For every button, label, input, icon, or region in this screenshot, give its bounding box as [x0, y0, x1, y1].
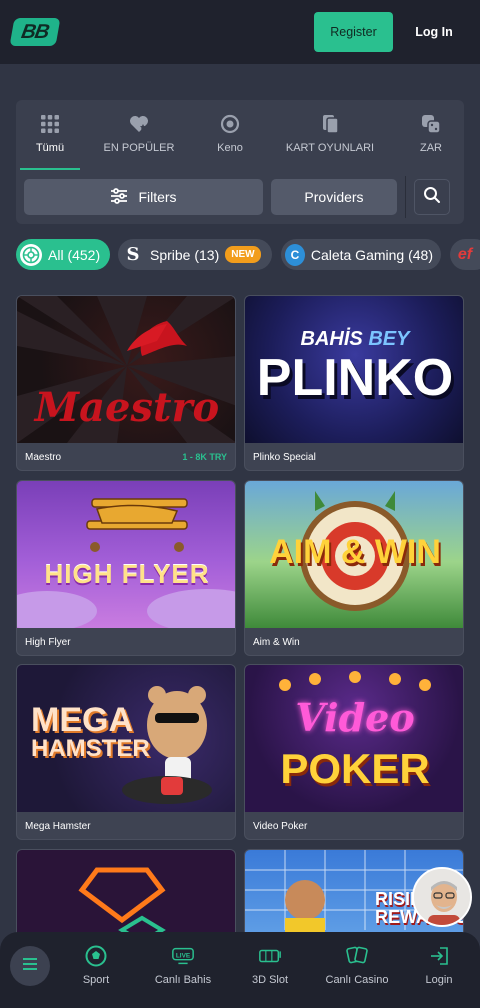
live-icon: LIVE	[171, 944, 195, 968]
header: BB Register Log In	[0, 0, 480, 64]
new-badge: NEW	[225, 246, 261, 263]
game-thumbnail: AIM & WIN	[245, 481, 463, 628]
game-art-title: AIM & WIN	[269, 533, 441, 571]
hamburger-icon	[22, 957, 38, 975]
svg-text:LIVE: LIVE	[176, 952, 191, 959]
bottom-navigation: Sport LIVE Canlı Bahis 3D Slot Canlı Cas…	[0, 932, 480, 1008]
live-casino-icon	[345, 944, 369, 968]
grid-icon	[40, 114, 60, 134]
provider-chip-all[interactable]: All (452)	[16, 239, 110, 270]
spribe-icon: S	[126, 244, 140, 265]
game-thumbnail: Maestro	[17, 296, 235, 443]
ef-icon: ef	[457, 245, 473, 263]
heart-star-icon	[129, 114, 149, 134]
game-title: Video Poker	[253, 821, 308, 832]
game-title: Plinko Special	[253, 452, 316, 463]
tab-label: Tümü	[35, 142, 65, 154]
all-icon	[20, 243, 42, 266]
nav-3d-slot[interactable]: 3D Slot	[230, 944, 310, 986]
tab-label: KART OYUNLARI	[285, 142, 375, 154]
chip-label: Caleta Gaming (48)	[310, 246, 433, 263]
menu-button[interactable]	[10, 946, 50, 986]
ball-icon	[220, 114, 240, 134]
game-art-title: Video	[295, 695, 415, 740]
nav-label: Canlı Bahis	[154, 974, 212, 986]
category-tabs: Tümü EN POPÜLER Keno KART OYUNLARI ZAR	[16, 100, 464, 170]
search-button[interactable]	[414, 179, 450, 215]
tab-popular[interactable]: EN POPÜLER	[100, 100, 178, 170]
search-icon	[423, 186, 441, 209]
nav-login[interactable]: Login	[399, 944, 479, 986]
sliders-icon	[110, 187, 128, 207]
game-card-video-poker[interactable]: Video POKER Video Poker	[244, 664, 464, 840]
game-title: Aim & Win	[253, 637, 300, 648]
login-button[interactable]: Log In	[408, 12, 460, 52]
nav-label: 3D Slot	[251, 974, 289, 986]
game-art-title: MEGA	[31, 701, 133, 739]
provider-chip-partial[interactable]: ef	[450, 239, 480, 270]
game-thumbnail: Video POKER	[245, 665, 463, 812]
tab-label: ZAR	[420, 142, 442, 154]
caleta-icon: C	[285, 243, 305, 266]
nav-live-casino[interactable]: Canlı Casino	[317, 944, 397, 986]
game-card-maestro[interactable]: Maestro Maestro 1 - 8K TRY	[16, 295, 236, 471]
logo[interactable]: BB	[9, 18, 61, 46]
tab-label: EN POPÜLER	[103, 142, 175, 154]
active-tab-indicator	[20, 168, 80, 170]
nav-live-betting[interactable]: LIVE Canlı Bahis	[143, 944, 223, 986]
providers-button[interactable]: Providers	[271, 179, 397, 215]
filters-button[interactable]: Filters	[24, 179, 263, 215]
game-card-aim-win[interactable]: AIM & WIN Aim & Win	[244, 480, 464, 656]
support-chat-avatar[interactable]	[412, 867, 472, 927]
cards-icon	[320, 114, 340, 134]
chip-label: All (452)	[48, 246, 101, 263]
3d-slot-icon	[258, 944, 282, 968]
nav-label: Login	[425, 974, 453, 986]
nav-label: Sport	[82, 974, 110, 986]
provider-chip-spribe[interactable]: S Spribe (13) NEW	[118, 239, 272, 270]
game-thumbnail: HIGH FLYER	[17, 481, 235, 628]
game-title: High Flyer	[25, 637, 71, 648]
game-art-title: HIGH FLYER	[44, 559, 210, 589]
game-art-subtitle: HAMSTER	[31, 735, 150, 762]
register-button[interactable]: Register	[314, 12, 393, 52]
game-art-title: Maestro	[34, 384, 220, 431]
provider-chip-caleta[interactable]: C Caleta Gaming (48)	[281, 239, 441, 270]
soccer-ball-icon	[84, 944, 108, 968]
game-title: Mega Hamster	[25, 821, 91, 832]
game-card-mega-hamster[interactable]: MEGA HAMSTER Mega Hamster	[16, 664, 236, 840]
nav-sport[interactable]: Sport	[56, 944, 136, 986]
bet-limit: 1 - 8K TRY	[182, 452, 227, 462]
game-art-title: PLINKO	[256, 349, 454, 407]
tab-card-games[interactable]: KART OYUNLARI	[282, 100, 378, 170]
category-panel: Tümü EN POPÜLER Keno KART OYUNLARI ZAR F…	[16, 100, 464, 224]
login-icon	[427, 944, 451, 968]
dice-icon	[421, 114, 441, 134]
game-art-subtitle: POKER	[280, 745, 430, 792]
divider	[405, 176, 406, 218]
chip-label: Spribe (13)	[150, 246, 220, 263]
game-title: Maestro	[25, 452, 62, 463]
game-thumbnail: BAHİS BEY PLINKO	[245, 296, 463, 443]
tab-keno[interactable]: Keno	[210, 100, 250, 170]
tab-all[interactable]: Tümü	[20, 100, 80, 170]
nav-label: Canlı Casino	[325, 974, 389, 986]
game-thumbnail: MEGA HAMSTER	[17, 665, 235, 812]
game-card-high-flyer[interactable]: HIGH FLYER High Flyer	[16, 480, 236, 656]
tab-dice[interactable]: ZAR	[414, 100, 448, 170]
filters-label: Filters	[138, 189, 177, 205]
tab-label: Keno	[217, 142, 243, 154]
game-card-plinko[interactable]: BAHİS BEY PLINKO Plinko Special	[244, 295, 464, 471]
